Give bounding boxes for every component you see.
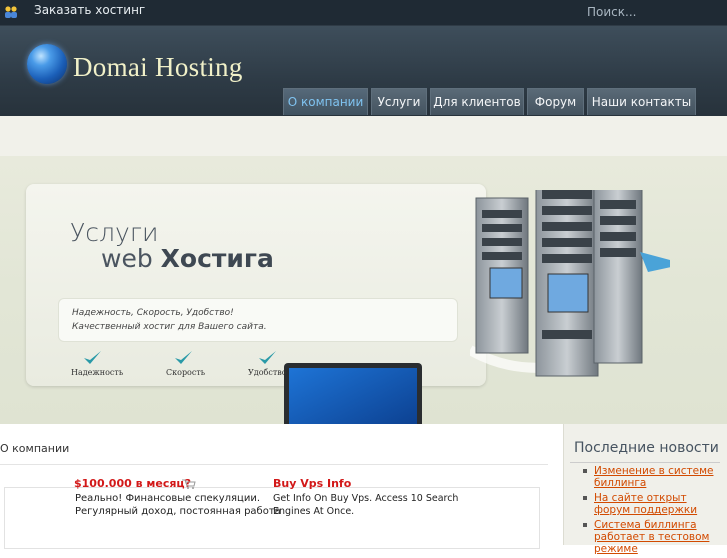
news-link[interactable]: Изменение в системе биллинга	[594, 465, 713, 489]
nav-item-about[interactable]: О компании	[283, 88, 368, 115]
globe-logo-icon	[27, 44, 67, 84]
banner-title-line1: Услуги	[70, 218, 159, 247]
banner-title-line2: web Хостига	[101, 244, 274, 273]
ad-text: Регулярный доход, постоянная работа	[75, 506, 281, 517]
ad-text: Engines At Once.	[273, 506, 355, 517]
bullet-icon	[583, 496, 587, 500]
news-link[interactable]: На сайте открыт форум поддержки	[594, 492, 697, 516]
news-item: Система биллинга работает в тестовом реж…	[583, 519, 724, 555]
nav-item-clients[interactable]: Для клиентов	[430, 88, 524, 115]
breadcrumb: О компании	[0, 442, 70, 455]
search-input[interactable]	[576, 2, 727, 22]
banner-tagline-2: Качественный хостиг для Вашего сайта.	[72, 322, 267, 332]
users-icon	[5, 6, 17, 18]
nav-item-services[interactable]: Услуги	[371, 88, 427, 115]
ad-title-link[interactable]: Buy Vps Info	[273, 477, 351, 490]
banner-tagline-1: Надежность, Скорость, Удобство!	[72, 308, 234, 318]
checkmark-icon	[175, 351, 192, 364]
top-bar: Заказать хостинг	[0, 0, 727, 26]
header-stripe	[0, 116, 727, 157]
site-header: Domai Hosting О компании Услуги Для клие…	[0, 26, 727, 116]
site-logo[interactable]: Domai Hosting	[73, 52, 243, 83]
news-link[interactable]: Система биллинга работает в тестовом реж…	[594, 519, 709, 555]
ad-title-link[interactable]: $100.000 в месяц?	[74, 477, 191, 490]
banner-tagline-box	[58, 298, 458, 342]
server-rack-icon	[470, 190, 670, 377]
ad-text: Реально! Финансовые спекуляции.	[75, 493, 261, 504]
checkmark-icon	[259, 351, 276, 364]
feature-reliability: Надежность	[71, 368, 124, 377]
feature-convenience: Удобство	[248, 368, 287, 377]
order-hosting-link[interactable]: Заказать хостинг	[34, 3, 145, 17]
divider	[0, 464, 548, 465]
checkmark-icon	[84, 351, 101, 364]
banner-title-hosting: Хостига	[160, 244, 274, 273]
bullet-icon	[583, 469, 587, 473]
bullet-icon	[583, 523, 587, 527]
news-item: Изменение в системе биллинга	[583, 465, 724, 489]
news-heading: Последние новости	[574, 440, 719, 456]
news-item: На сайте открыт форум поддержки	[583, 492, 724, 516]
nav-item-forum[interactable]: Форум	[527, 88, 584, 115]
feature-speed: Скорость	[166, 368, 206, 377]
news-list: Изменение в системе биллинга На сайте от…	[583, 465, 724, 558]
divider	[570, 462, 720, 463]
nav-item-contacts[interactable]: Наши контакты	[587, 88, 696, 115]
ad-text: Get Info On Buy Vps. Access 10 Search	[273, 493, 459, 504]
cart-icon	[182, 479, 196, 489]
promo-banner: Услуги web Хостига Надежность, Скорость,…	[0, 156, 727, 453]
banner-title-web: web	[101, 244, 153, 273]
